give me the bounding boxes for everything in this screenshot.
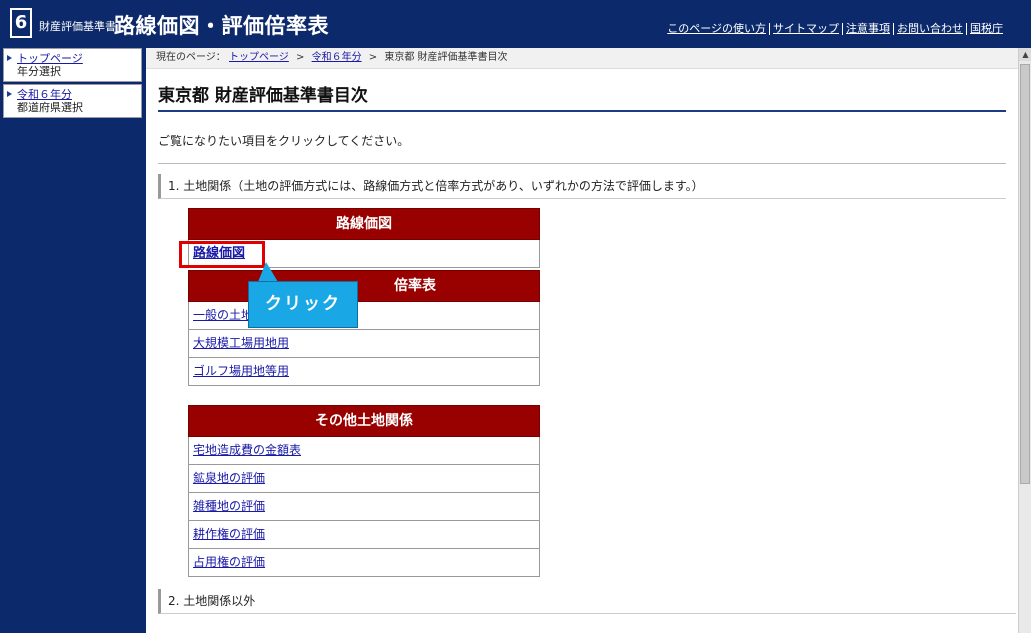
- list-item: 宅地造成費の金額表: [188, 437, 540, 465]
- bairitsu-factory-link[interactable]: 大規模工場用地用: [193, 336, 289, 350]
- callout-tail: [258, 262, 278, 282]
- section-1-heading: 1. 土地関係（土地の評価方式には、路線価方式と倍率方式があり、いずれかの方法で…: [158, 174, 1006, 199]
- highlight-box: [179, 241, 265, 268]
- other-zasshuchi-link[interactable]: 雑種地の評価: [193, 499, 265, 513]
- scroll-thumb[interactable]: [1020, 64, 1030, 484]
- bairitsu-general-link[interactable]: 一般の土地: [193, 308, 253, 322]
- group-other-header: その他土地関係: [188, 405, 540, 437]
- list-item: 占用権の評価: [188, 549, 540, 577]
- group-rosenka-header: 路線価図: [188, 208, 540, 240]
- triangle-right-icon: [7, 55, 12, 61]
- section-1-note: （土地の評価方式には、路線価方式と倍率方式があり、いずれかの方法で評価します。）: [231, 179, 704, 193]
- section-2-heading: 2. 土地関係以外: [158, 589, 1016, 614]
- breadcrumb-prefix: 現在のページ：: [156, 52, 226, 63]
- intro-text: ご覧になりたい項目をクリックしてください。: [158, 134, 410, 148]
- section-1-title: 土地関係: [183, 179, 232, 193]
- list-item: 耕作権の評価: [188, 521, 540, 549]
- section-2-number: 2.: [168, 594, 180, 608]
- group-bairitsu: 倍率表 一般の土地 大規模工場用地用 ゴルフ場用地等用: [188, 270, 540, 386]
- breadcrumb: 現在のページ： トップページ > 令和６年分 > 東京都 財産評価基準書目次: [146, 48, 1018, 69]
- nav-usage-link[interactable]: このページの使い方: [667, 22, 766, 35]
- list-item: ゴルフ場用地等用: [188, 358, 540, 386]
- section-1-number: 1.: [168, 179, 180, 193]
- vertical-scrollbar[interactable]: ▲: [1018, 48, 1031, 633]
- group-bairitsu-header: 倍率表: [188, 270, 540, 302]
- bairitsu-golf-link[interactable]: ゴルフ場用地等用: [193, 364, 289, 378]
- header: 6 財産評価基準書 路線価図・評価倍率表 このページの使い方 サイトマップ 注意事項…: [0, 0, 1031, 46]
- list-item: 一般の土地: [188, 302, 540, 330]
- other-kosenchi-link[interactable]: 鉱泉地の評価: [193, 471, 265, 485]
- breadcrumb-current: 東京都 財産評価基準書目次: [384, 52, 508, 63]
- nav-sitemap-link[interactable]: サイトマップ: [773, 22, 839, 35]
- breadcrumb-top-link[interactable]: トップページ: [229, 52, 289, 63]
- sidebar: トップページ 年分選択 令和６年分 都道府県選択: [3, 48, 142, 120]
- site-title: 路線価図・評価倍率表: [114, 14, 329, 38]
- sidebar-year-link[interactable]: 令和６年分: [17, 88, 72, 101]
- sidebar-item-sub: 年分選択: [17, 65, 61, 78]
- divider: [158, 163, 1006, 164]
- section-2-title: 土地関係以外: [183, 594, 256, 608]
- nav-nta-link[interactable]: 国税庁: [970, 22, 1003, 35]
- click-callout: クリック: [248, 281, 358, 328]
- list-item: 雑種地の評価: [188, 493, 540, 521]
- other-senyoken-link[interactable]: 占用権の評価: [193, 555, 265, 569]
- list-item: 大規模工場用地用: [188, 330, 540, 358]
- other-kosakuken-link[interactable]: 耕作権の評価: [193, 527, 265, 541]
- sidebar-item-year: 令和６年分 都道府県選択: [3, 84, 142, 118]
- nav-contact-link[interactable]: お問い合わせ: [897, 22, 963, 35]
- breadcrumb-year-link[interactable]: 令和６年分: [312, 52, 362, 63]
- logo-subtitle: 財産評価基準書: [39, 20, 116, 33]
- sidebar-item-top: トップページ 年分選択: [3, 48, 142, 82]
- group-other: その他土地関係 宅地造成費の金額表 鉱泉地の評価 雑種地の評価 耕作権の評価 占…: [188, 405, 540, 577]
- chevron-right-icon: >: [368, 52, 378, 63]
- nav-notes-link[interactable]: 注意事項: [846, 22, 890, 35]
- page-title: 東京都 財産評価基準書目次: [158, 81, 1006, 112]
- triangle-right-icon: [7, 91, 12, 97]
- chevron-right-icon: >: [296, 52, 305, 63]
- main-content: 現在のページ： トップページ > 令和６年分 > 東京都 財産評価基準書目次 東…: [146, 48, 1018, 633]
- scroll-up-arrow-icon[interactable]: ▲: [1019, 48, 1031, 61]
- global-nav: このページの使い方 サイトマップ 注意事項 お問い合わせ 国税庁: [667, 20, 1003, 36]
- sidebar-top-link[interactable]: トップページ: [17, 52, 83, 65]
- other-zoseihi-link[interactable]: 宅地造成費の金額表: [193, 443, 301, 457]
- logo-number: 6: [10, 8, 32, 38]
- list-item: 鉱泉地の評価: [188, 465, 540, 493]
- sidebar-item-sub: 都道府県選択: [17, 101, 83, 114]
